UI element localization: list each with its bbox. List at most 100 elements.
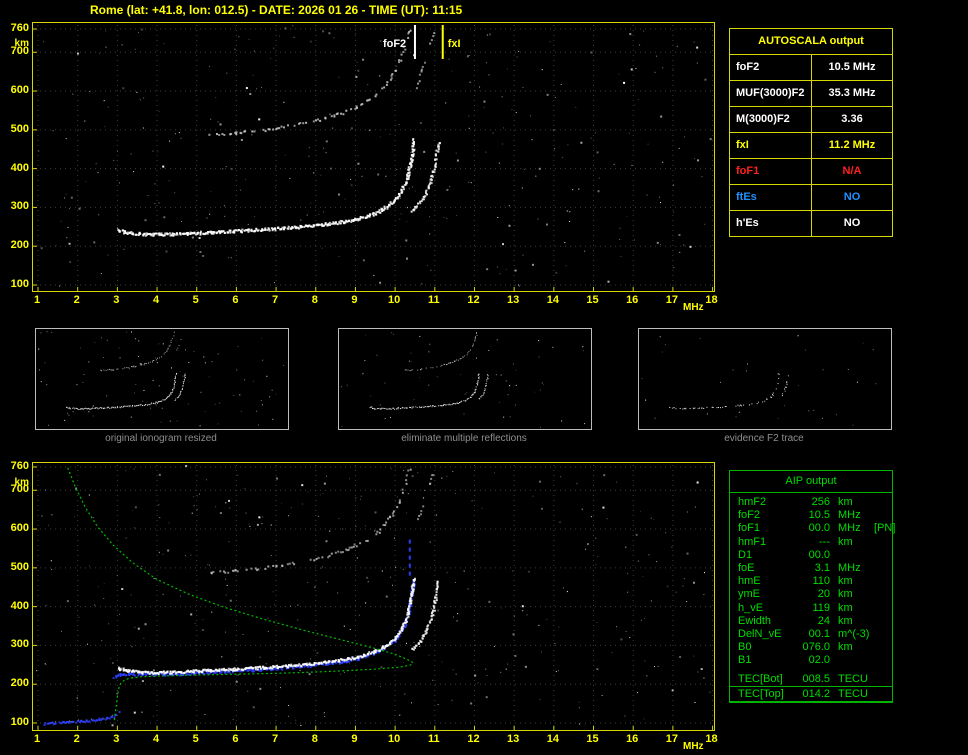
x-tick-label-top: 4: [152, 294, 160, 306]
thumbnail-caption-eliminate: eliminate multiple reflections: [401, 433, 527, 444]
x-tick-label-top: 18: [705, 294, 718, 306]
aip-row-value: 110: [812, 575, 830, 588]
aip-row-value: 3.1: [814, 562, 830, 575]
x-tick-label-top: 15: [586, 294, 599, 306]
autoscala-row-label: M(3000)F2: [730, 107, 812, 132]
aip-row-unit: MHz: [838, 509, 861, 522]
aip-row-unit: km: [838, 614, 853, 627]
aip-row-name: ymE: [738, 588, 760, 601]
x-tick-label-bottom: 4: [152, 733, 160, 745]
autoscala-row-fxI: fxI 11.2 MHz: [730, 133, 892, 159]
aip-row-foF1: foF1 00.0 MHz [PN]: [738, 522, 895, 535]
y-tick-label-bottom: 600: [10, 522, 29, 535]
autoscala-row-MUF(3000)F2: MUF(3000)F2 35.3 MHz: [730, 81, 892, 107]
aip-row-unit: km: [838, 588, 853, 601]
y-axis-unit-top: km: [14, 38, 29, 49]
y-tick-label-bottom: 300: [10, 638, 29, 651]
aip-row-extra: [874, 536, 886, 549]
autoscala-output-table: AUTOSCALA output foF2 10.5 MHz MUF(3000)F2…: [729, 28, 893, 237]
tec-row-value: 014.2: [802, 687, 830, 700]
aip-row-name: foF1: [738, 522, 761, 535]
aip-row-D1: D1 00.0: [738, 549, 886, 562]
aip-row-name: foF2: [738, 509, 761, 522]
page-title: Rome (lat: +41.8, lon: 012.5) - DATE: 20…: [90, 3, 463, 17]
aip-row-name: Ewidth: [738, 614, 772, 627]
x-tick-label-top: 9: [351, 294, 358, 306]
autoscala-row-foF1: foF1 N/A: [730, 159, 892, 185]
aip-row-extra: [874, 588, 886, 601]
x-tick-label-top: 14: [546, 294, 559, 306]
x-tick-label-top: 11: [427, 294, 440, 306]
autoscala-row-label: MUF(3000)F2: [730, 81, 812, 106]
ionogram-plot-top: [32, 22, 715, 292]
tec-row-name: TEC[Top]: [738, 687, 784, 700]
x-tick-label-bottom: 5: [192, 733, 199, 745]
aip-row-extra: [874, 575, 886, 588]
autoscala-row-label: h'Es: [730, 211, 812, 236]
x-tick-label-bottom: 13: [507, 733, 520, 745]
autoscala-row-value: 11.2 MHz: [828, 139, 876, 151]
aip-row-extra: [874, 562, 886, 575]
autoscala-row-M(3000)F2: M(3000)F2 3.36: [730, 107, 892, 133]
marker-label-foF2: foF2: [382, 38, 407, 50]
y-tick-label-top: 600: [10, 84, 29, 97]
aip-row-value: 10.5: [808, 509, 830, 522]
x-tick-label-top: 7: [272, 294, 279, 306]
y-tick-label-top: 760: [10, 21, 29, 34]
aip-row-value: 119: [812, 601, 830, 614]
aip-row-unit: km: [838, 575, 853, 588]
aip-tec-row-TEC[Bot]: TEC[Bot] 008.5 TECU: [730, 672, 892, 687]
marker-label-fxI: fxI: [447, 38, 461, 50]
x-tick-label-bottom: 8: [311, 733, 318, 745]
thumbnail-original-ionogram: [35, 328, 289, 430]
aip-row-DelN_vE: DelN_vE 00.1 m^(-3): [738, 628, 886, 641]
y-tick-label-top: 100: [10, 278, 29, 290]
aip-row-name: hmE: [738, 575, 761, 588]
aip-row-unit: MHz: [838, 562, 861, 575]
y-tick-label-bottom: 400: [10, 599, 29, 612]
thumbnail-evidence-f2-trace: [638, 328, 892, 430]
aip-row-B1: B1 02.0: [738, 654, 886, 667]
x-tick-label-top: 10: [387, 294, 401, 306]
aip-row-unit: m^(-3): [838, 628, 870, 641]
aip-row-name: DelN_vE: [738, 628, 782, 641]
autoscala-row-value: 3.36: [841, 113, 863, 125]
aip-tec-row-TEC[Top]: TEC[Top] 014.2 TECU: [730, 687, 892, 702]
x-tick-label-bottom: 3: [113, 733, 120, 745]
x-tick-label-bottom: 18: [705, 733, 718, 745]
autoscala-row-value: 35.3 MHz: [828, 87, 876, 99]
aip-row-hmF2: hmF2 256 km: [738, 496, 886, 509]
autoscala-row-ftEs: ftEs NO: [730, 185, 892, 211]
x-tick-label-bottom: 12: [467, 733, 480, 745]
aip-tec-rows: TEC[Bot] 008.5 TECU TEC[Top] 014.2 TECU: [730, 672, 892, 702]
aip-row-value: ---: [819, 535, 830, 548]
x-tick-label-bottom: 6: [232, 733, 239, 745]
tec-row-unit: TECU: [838, 687, 868, 700]
x-tick-label-bottom: 1: [33, 733, 41, 745]
x-tick-label-bottom: 17: [665, 733, 678, 745]
aip-row-value: 076.0: [802, 641, 830, 654]
aip-row-extra: [874, 509, 886, 522]
aip-row-h_vE: h_vE 119 km: [738, 602, 886, 615]
aip-row-B0: B0 076.0 km: [738, 641, 886, 654]
aip-row-extra: [874, 496, 886, 509]
thumbnail-caption-evidence: evidence F2 trace: [724, 433, 804, 444]
x-tick-label-bottom: 16: [626, 733, 639, 745]
aip-row-foE: foE 3.1 MHz: [738, 562, 886, 575]
x-tick-label-top: 8: [311, 294, 318, 306]
aip-row-value: 20: [817, 588, 830, 601]
autoscala-row-h'Es: h'Es NO: [730, 211, 892, 236]
aip-row-value: 00.1: [808, 628, 830, 641]
autoscala-app-screen: Rome (lat: +41.8, lon: 012.5) - DATE: 20…: [0, 0, 968, 755]
x-tick-label-bottom: 7: [272, 733, 279, 745]
aip-row-name: B1: [738, 654, 752, 667]
aip-row-unit: [830, 654, 874, 667]
x-tick-label-top: 6: [232, 294, 239, 306]
y-tick-label-bottom: 200: [10, 677, 29, 690]
x-tick-label-bottom: 15: [586, 733, 599, 745]
aip-row-value: 00.0: [808, 548, 830, 561]
aip-row-name: hmF2: [738, 496, 767, 508]
aip-row-foF2: foF2 10.5 MHz: [738, 509, 886, 522]
x-axis-unit-top: MHz: [683, 302, 704, 313]
aip-row-name: B0: [738, 641, 752, 654]
